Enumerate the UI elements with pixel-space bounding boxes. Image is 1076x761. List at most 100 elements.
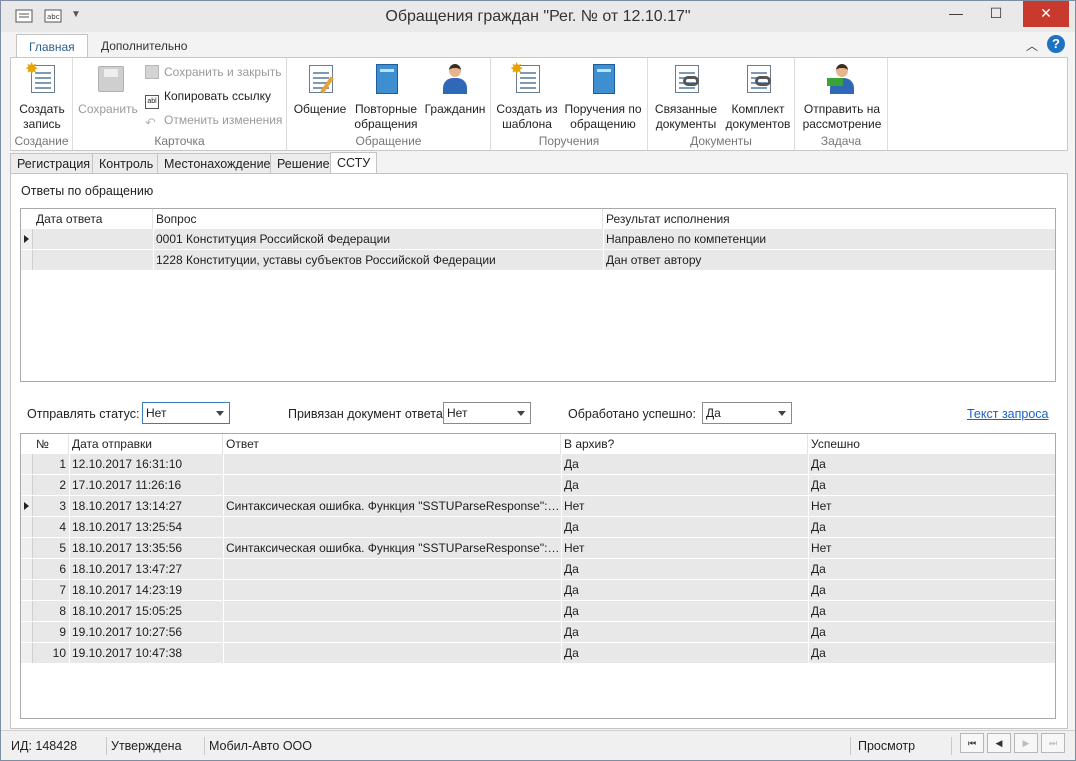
table-row[interactable]: 8 18.10.2017 15:05:25 Да Да: [21, 601, 1055, 622]
row-selector[interactable]: [21, 517, 33, 537]
cell-send-date: 19.10.2017 10:27:56: [72, 625, 183, 639]
col-result[interactable]: Результат исполнения: [603, 209, 1055, 229]
answers-grid[interactable]: Дата ответа Вопрос Результат исполнения …: [20, 208, 1056, 382]
template-icon: ✸: [510, 62, 544, 96]
cell-send-date: 17.10.2017 11:26:16: [72, 478, 182, 492]
row-selector[interactable]: [21, 475, 33, 495]
table-row[interactable]: 3 18.10.2017 13:14:27 Синтаксическая ошибк…: [21, 496, 1055, 517]
cell-response: [223, 580, 561, 600]
row-selector[interactable]: [21, 454, 33, 474]
cell-success: Да: [811, 457, 826, 471]
cell-send-date: 18.10.2017 14:23:19: [72, 583, 183, 597]
ribbon-tab-main[interactable]: Главная: [16, 34, 88, 59]
ribbon: ✸ Создать запись Создание Сохранить Сохр…: [10, 57, 1068, 151]
table-row[interactable]: 1228 Конституции, уставы субъектов Росси…: [21, 250, 1055, 271]
collapse-ribbon-icon[interactable]: ︿: [1026, 37, 1038, 54]
repeat-appeals-button[interactable]: Повторные обращения: [351, 62, 421, 132]
send-review-icon: [825, 62, 859, 96]
row-selector[interactable]: [21, 496, 33, 516]
col-response[interactable]: Ответ: [223, 434, 561, 454]
row-selector[interactable]: [21, 601, 33, 621]
cell-success: Да: [811, 625, 826, 639]
send-status-value: Нет: [146, 406, 167, 420]
tab-decision[interactable]: Решение: [270, 153, 337, 174]
create-record-button[interactable]: ✸ Создать запись: [15, 62, 69, 132]
nav-next-button[interactable]: ▶: [1014, 733, 1038, 753]
cell-archive: Да: [564, 583, 579, 597]
col-send-date[interactable]: Дата отправки: [69, 434, 223, 454]
ribbon-group-assignments: ✸ Создать из шаблона Поручения по обраще…: [491, 58, 648, 150]
col-archive[interactable]: В архив?: [561, 434, 808, 454]
row-selector[interactable]: [21, 538, 33, 558]
cell-number: 7: [59, 583, 66, 597]
tab-registration[interactable]: Регистрация: [10, 153, 98, 174]
cell-send-date: 18.10.2017 13:14:27: [72, 499, 183, 513]
nav-last-button[interactable]: ⏭: [1041, 733, 1065, 753]
nav-prev-button[interactable]: ◀: [987, 733, 1011, 753]
undo-icon: ↶: [145, 115, 156, 130]
communication-button[interactable]: Общение: [291, 62, 349, 117]
row-selector[interactable]: [21, 559, 33, 579]
cell-response: Синтаксическая ошибка. Функция "SSTUPars…: [226, 541, 561, 555]
tab-location[interactable]: Местонахождение: [157, 153, 278, 174]
send-status-select[interactable]: Нет: [142, 402, 230, 424]
send-for-review-button[interactable]: Отправить на рассмотрение: [799, 62, 885, 132]
linked-documents-button[interactable]: Связанные документы: [652, 62, 720, 132]
citizen-label: Гражданин: [424, 102, 486, 116]
table-row[interactable]: 5 18.10.2017 13:35:56 Синтаксическая ошибк…: [21, 538, 1055, 559]
linked-doc-select[interactable]: Нет: [443, 402, 531, 424]
tab-sstu[interactable]: ССТУ: [330, 152, 378, 175]
group-label-task: Задача: [820, 134, 862, 148]
close-button[interactable]: ✕: [1023, 1, 1069, 27]
cell-success: Да: [811, 520, 826, 534]
table-row[interactable]: 7 18.10.2017 14:23:19 Да Да: [21, 580, 1055, 601]
row-selector[interactable]: [21, 229, 33, 249]
citizen-button[interactable]: Гражданин: [423, 62, 487, 117]
maximize-button[interactable]: ☐: [976, 1, 1016, 27]
document-set-button[interactable]: Комплект документов: [724, 62, 792, 132]
row-selector[interactable]: [21, 580, 33, 600]
help-icon[interactable]: ?: [1047, 35, 1065, 53]
cell-number: 8: [59, 604, 66, 618]
table-row[interactable]: 2 17.10.2017 11:26:16 Да Да: [21, 475, 1055, 496]
row-selector[interactable]: [21, 622, 33, 642]
cell-archive: Да: [564, 457, 579, 471]
repeat-appeals-label: Повторные обращения: [354, 102, 418, 131]
row-selector[interactable]: [21, 250, 33, 270]
save-button[interactable]: Сохранить: [77, 62, 139, 117]
title-bar: abc ▼ Обращения граждан "Рег. № от 12.10…: [1, 1, 1075, 32]
table-row[interactable]: 4 18.10.2017 13:25:54 Да Да: [21, 517, 1055, 538]
nav-first-button[interactable]: ⏮: [960, 733, 984, 753]
create-from-template-button[interactable]: ✸ Создать из шаблона: [495, 62, 559, 132]
col-question[interactable]: Вопрос: [153, 209, 603, 229]
ribbon-tab-additional[interactable]: Дополнительно: [89, 34, 199, 59]
cell-result: Дан ответ автору: [606, 253, 702, 267]
table-row[interactable]: 0001 Конституция Российской Федерации На…: [21, 229, 1055, 250]
table-row[interactable]: 6 18.10.2017 13:47:27 Да Да: [21, 559, 1055, 580]
minimize-button[interactable]: —: [936, 1, 976, 27]
save-close-button[interactable]: Сохранить и закрыть: [145, 62, 281, 82]
doc-set-icon: [741, 62, 775, 96]
copy-link-button[interactable]: abl Копировать ссылку: [145, 86, 271, 109]
tab-control[interactable]: Контроль: [92, 153, 161, 174]
chevron-down-icon: [216, 411, 224, 416]
undo-changes-label: Отменить изменения: [164, 113, 283, 127]
cell-number: 9: [59, 625, 66, 639]
table-row[interactable]: 10 19.10.2017 10:47:38 Да Да: [21, 643, 1055, 664]
sends-grid[interactable]: № Дата отправки Ответ В архив? Успешно 1…: [20, 433, 1056, 719]
group-label-card: Карточка: [154, 134, 205, 148]
assignments-by-appeal-button[interactable]: Поручения по обращению: [561, 62, 645, 132]
table-row[interactable]: 1 12.10.2017 16:31:10 Да Да: [21, 454, 1055, 475]
cell-success: Да: [811, 562, 826, 576]
cell-question: 0001 Конституция Российской Федерации: [156, 232, 391, 246]
col-success[interactable]: Успешно: [808, 434, 1055, 454]
communication-label: Общение: [293, 102, 347, 116]
request-text-link[interactable]: Текст запроса: [967, 407, 1049, 421]
undo-changes-button[interactable]: ↶ Отменить изменения: [145, 110, 282, 130]
status-bar: ИД: 148428 Утверждена Мобил-Авто ООО Про…: [1, 730, 1075, 760]
processed-select[interactable]: Да: [702, 402, 792, 424]
col-number[interactable]: №: [33, 434, 69, 454]
table-row[interactable]: 9 19.10.2017 10:27:56 Да Да: [21, 622, 1055, 643]
col-answer-date[interactable]: Дата ответа: [33, 209, 153, 229]
row-selector[interactable]: [21, 643, 33, 663]
